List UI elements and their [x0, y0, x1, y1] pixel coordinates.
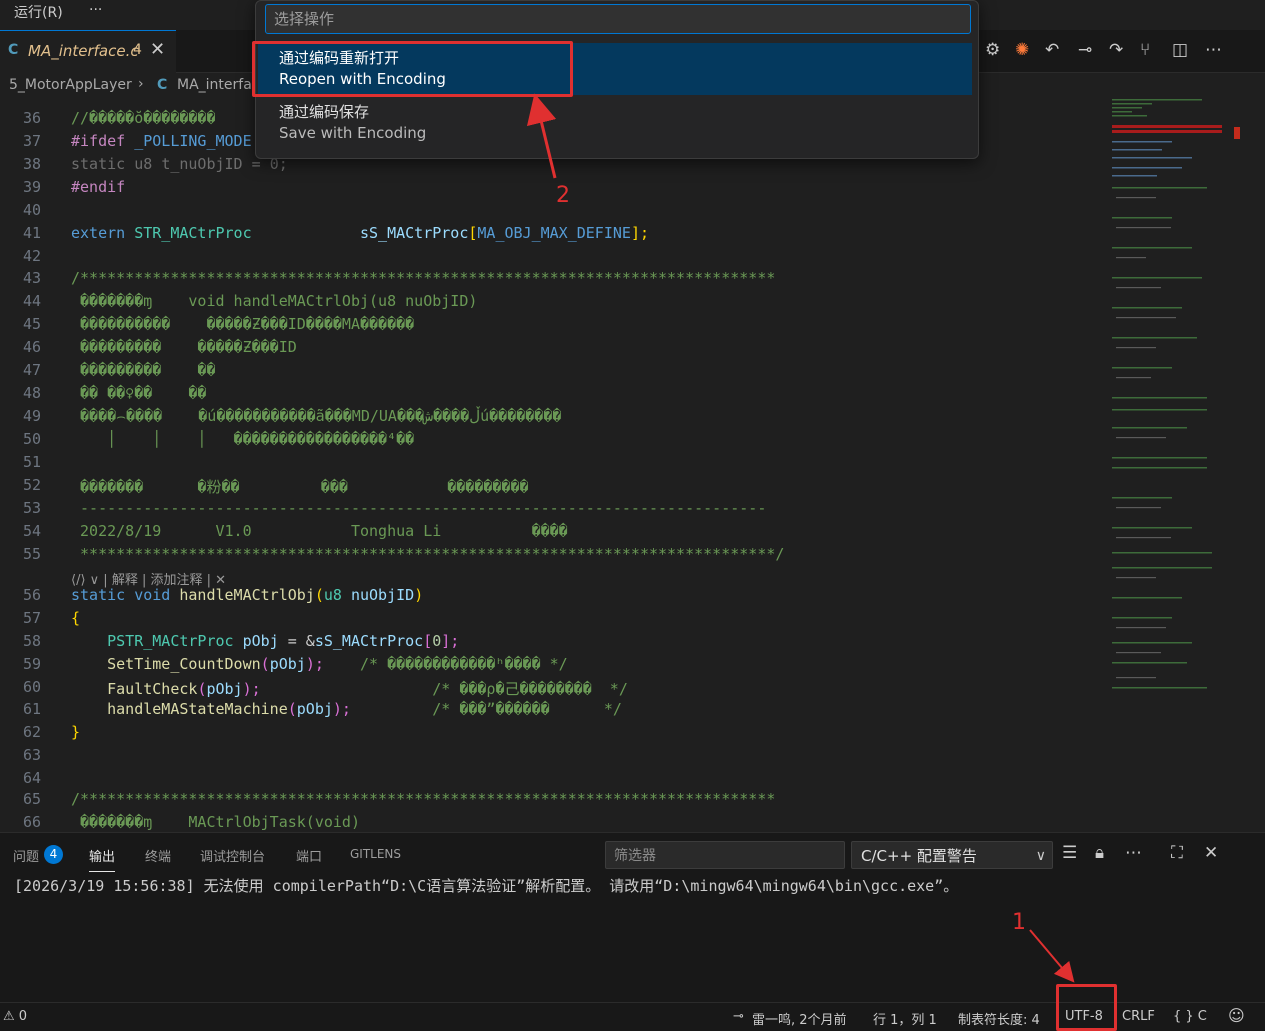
annotation-arrows — [526, 93, 1075, 983]
annotation-number-2: 2 — [556, 183, 570, 208]
arrow-to-encoding — [1029, 929, 1075, 983]
arrow-to-reopen-option — [526, 93, 557, 179]
annotation-number-1: 1 — [1012, 910, 1026, 935]
